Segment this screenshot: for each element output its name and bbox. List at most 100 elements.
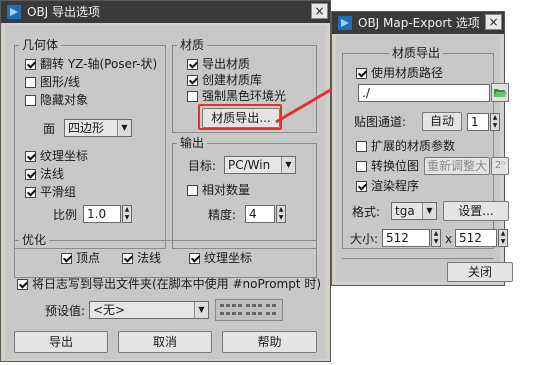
smoothing-groups-checkbox[interactable]: 平滑组 <box>25 185 76 200</box>
checkbox-box[interactable] <box>187 75 198 86</box>
checkbox-box[interactable] <box>356 141 367 152</box>
scale-spinner[interactable]: ▲ ▼ <box>122 205 132 223</box>
checkbox-box[interactable] <box>187 185 198 196</box>
optimize-normals-checkbox[interactable]: 法线 <box>122 251 161 266</box>
settings-button[interactable]: 设置... <box>443 201 509 221</box>
convert-bitmaps-checkbox[interactable]: 转换位图 <box>356 159 419 174</box>
checkbox-box[interactable] <box>17 279 28 290</box>
close-icon[interactable]: × <box>485 14 502 30</box>
size-width-spinner[interactable]: ▲ ▼ <box>431 229 441 247</box>
checkbox-box[interactable] <box>122 253 133 264</box>
checkbox-box[interactable] <box>25 151 36 162</box>
spinner-up-icon[interactable]: ▲ <box>277 206 285 214</box>
chevron-down-icon[interactable]: ▼ <box>194 302 208 318</box>
checkbox-box[interactable] <box>356 68 367 79</box>
preset-toolbar[interactable] <box>215 299 283 321</box>
chevron-down-icon[interactable]: ▼ <box>281 157 295 173</box>
shapes-lines-label: 图形/线 <box>40 75 81 89</box>
create-mat-lib-checkbox[interactable]: 创建材质库 <box>187 73 262 88</box>
precision-input[interactable]: 4 <box>245 205 275 223</box>
preset-dropdown[interactable]: <无> ▼ <box>89 301 209 319</box>
checkbox-box[interactable] <box>187 59 198 70</box>
extended-params-checkbox[interactable]: 扩展的材质参数 <box>356 139 455 154</box>
close-icon[interactable]: × <box>311 3 328 19</box>
use-map-path-label: 使用材质路径 <box>371 66 444 80</box>
render-program-checkbox[interactable]: 渲染程序 <box>356 179 419 194</box>
checkbox-box[interactable] <box>61 253 72 264</box>
chevron-down-icon[interactable]: ▼ <box>422 203 436 219</box>
map-path-input[interactable]: ./ <box>358 84 490 102</box>
log-to-export-label: 将日志写到导出文件夹(在脚本中使用 #noPrompt 时) <box>32 277 322 291</box>
optimize-group-title: 优化 <box>19 232 50 248</box>
chevron-down-icon[interactable]: ▼ <box>117 120 131 136</box>
checkbox-box[interactable] <box>25 95 36 106</box>
checkbox-box[interactable] <box>356 181 367 192</box>
map-channel-spinner[interactable]: ▲ ▼ <box>490 113 500 131</box>
spinner-down-icon[interactable]: ▼ <box>123 214 131 222</box>
map-channel-input[interactable]: 1 <box>467 113 489 131</box>
spinner-up-icon[interactable]: ▲ <box>123 206 131 214</box>
spinner-down-icon[interactable]: ▼ <box>499 238 507 246</box>
obj-export-titlebar[interactable]: OBJ 导出选项 × <box>1 1 330 23</box>
3dsmax-logo-icon <box>338 16 352 30</box>
spinner-up-icon[interactable]: ▲ <box>432 230 440 238</box>
checkbox-box[interactable] <box>25 187 36 198</box>
map-export-titlebar[interactable]: OBJ Map-Export 选项 × <box>332 12 504 34</box>
flip-yz-checkbox[interactable]: 翻转 YZ-轴(Poser-状) <box>25 57 157 72</box>
flip-yz-label: 翻转 YZ-轴(Poser-状) <box>40 57 158 71</box>
scale-label: 比例 <box>53 208 78 222</box>
preset-label: 预设值: <box>45 304 86 318</box>
use-map-path-checkbox[interactable]: 使用材质路径 <box>356 66 443 81</box>
spinner-up-icon[interactable]: ▲ <box>491 114 499 122</box>
normals-label: 法线 <box>40 167 65 181</box>
optimize-group: 优化 <box>14 232 317 278</box>
shapes-lines-checkbox[interactable]: 图形/线 <box>25 75 80 90</box>
checkbox-box[interactable] <box>25 59 36 70</box>
size-width-input[interactable]: 512 <box>382 229 430 247</box>
scale-input[interactable]: 1.0 <box>83 205 121 223</box>
target-label: 目标: <box>188 159 217 173</box>
export-materials-label: 导出材质 <box>202 57 251 71</box>
export-button[interactable]: 导出 <box>14 331 108 353</box>
spinner-down-icon[interactable]: ▼ <box>277 214 285 222</box>
relative-numbers-checkbox[interactable]: 相对数量 <box>187 183 250 198</box>
export-button-label: 导出 <box>48 335 73 349</box>
checkbox-box[interactable] <box>356 161 367 172</box>
target-value: PC/Win <box>228 158 271 172</box>
precision-spinner[interactable]: ▲ ▼ <box>276 205 286 223</box>
convert-bitmaps-label: 转换位图 <box>371 159 420 173</box>
checkbox-box[interactable] <box>25 169 36 180</box>
optimize-vertices-checkbox[interactable]: 顶点 <box>61 251 100 266</box>
spinner-up-icon[interactable]: ▲ <box>499 230 507 238</box>
normals-checkbox[interactable]: 法线 <box>25 167 64 182</box>
spinner-down-icon[interactable]: ▼ <box>491 122 499 130</box>
export-materials-checkbox[interactable]: 导出材质 <box>187 57 250 72</box>
checkbox-box[interactable] <box>25 77 36 88</box>
map-channel-label: 贴图通道: <box>354 115 407 129</box>
size-label: 大小: <box>350 232 379 246</box>
preset-value: <无> <box>93 303 126 317</box>
folder-browse-button[interactable] <box>491 83 509 102</box>
resize-button[interactable]: 重新调整大小 <box>424 157 490 175</box>
texture-coords-checkbox[interactable]: 纹理坐标 <box>25 149 88 164</box>
smoothing-groups-label: 平滑组 <box>40 185 77 199</box>
obj-export-window: OBJ 导出选项 × 几何体 翻转 YZ-轴(Poser-状) 图形/线 隐藏对… <box>0 0 331 362</box>
relative-numbers-label: 相对数量 <box>202 183 251 197</box>
hidden-objects-checkbox[interactable]: 隐藏对象 <box>25 93 88 108</box>
spinner-down-icon[interactable]: ▼ <box>432 238 440 246</box>
pow2-button[interactable]: 2ⁿ <box>491 157 509 175</box>
optimize-texcoords-checkbox[interactable]: 纹理坐标 <box>189 251 252 266</box>
size-height-spinner[interactable]: ▲ ▼ <box>498 229 508 247</box>
faces-dropdown[interactable]: 四边形 ▼ <box>64 119 132 137</box>
map-channel-auto-button[interactable]: 自动 <box>422 112 462 131</box>
target-dropdown[interactable]: PC/Win ▼ <box>224 156 296 174</box>
log-to-export-checkbox[interactable]: 将日志写到导出文件夹(在脚本中使用 #noPrompt 时) <box>17 277 321 292</box>
checkbox-box[interactable] <box>187 91 198 102</box>
checkbox-box[interactable] <box>189 253 200 264</box>
map-channel-auto-label: 自动 <box>429 114 454 128</box>
size-height-input[interactable]: 512 <box>455 229 497 247</box>
help-button[interactable]: 帮助 <box>222 331 317 353</box>
cancel-button[interactable]: 取消 <box>118 331 212 353</box>
close-button[interactable]: 关闭 <box>447 262 513 282</box>
format-dropdown[interactable]: tga ▼ <box>391 202 437 220</box>
